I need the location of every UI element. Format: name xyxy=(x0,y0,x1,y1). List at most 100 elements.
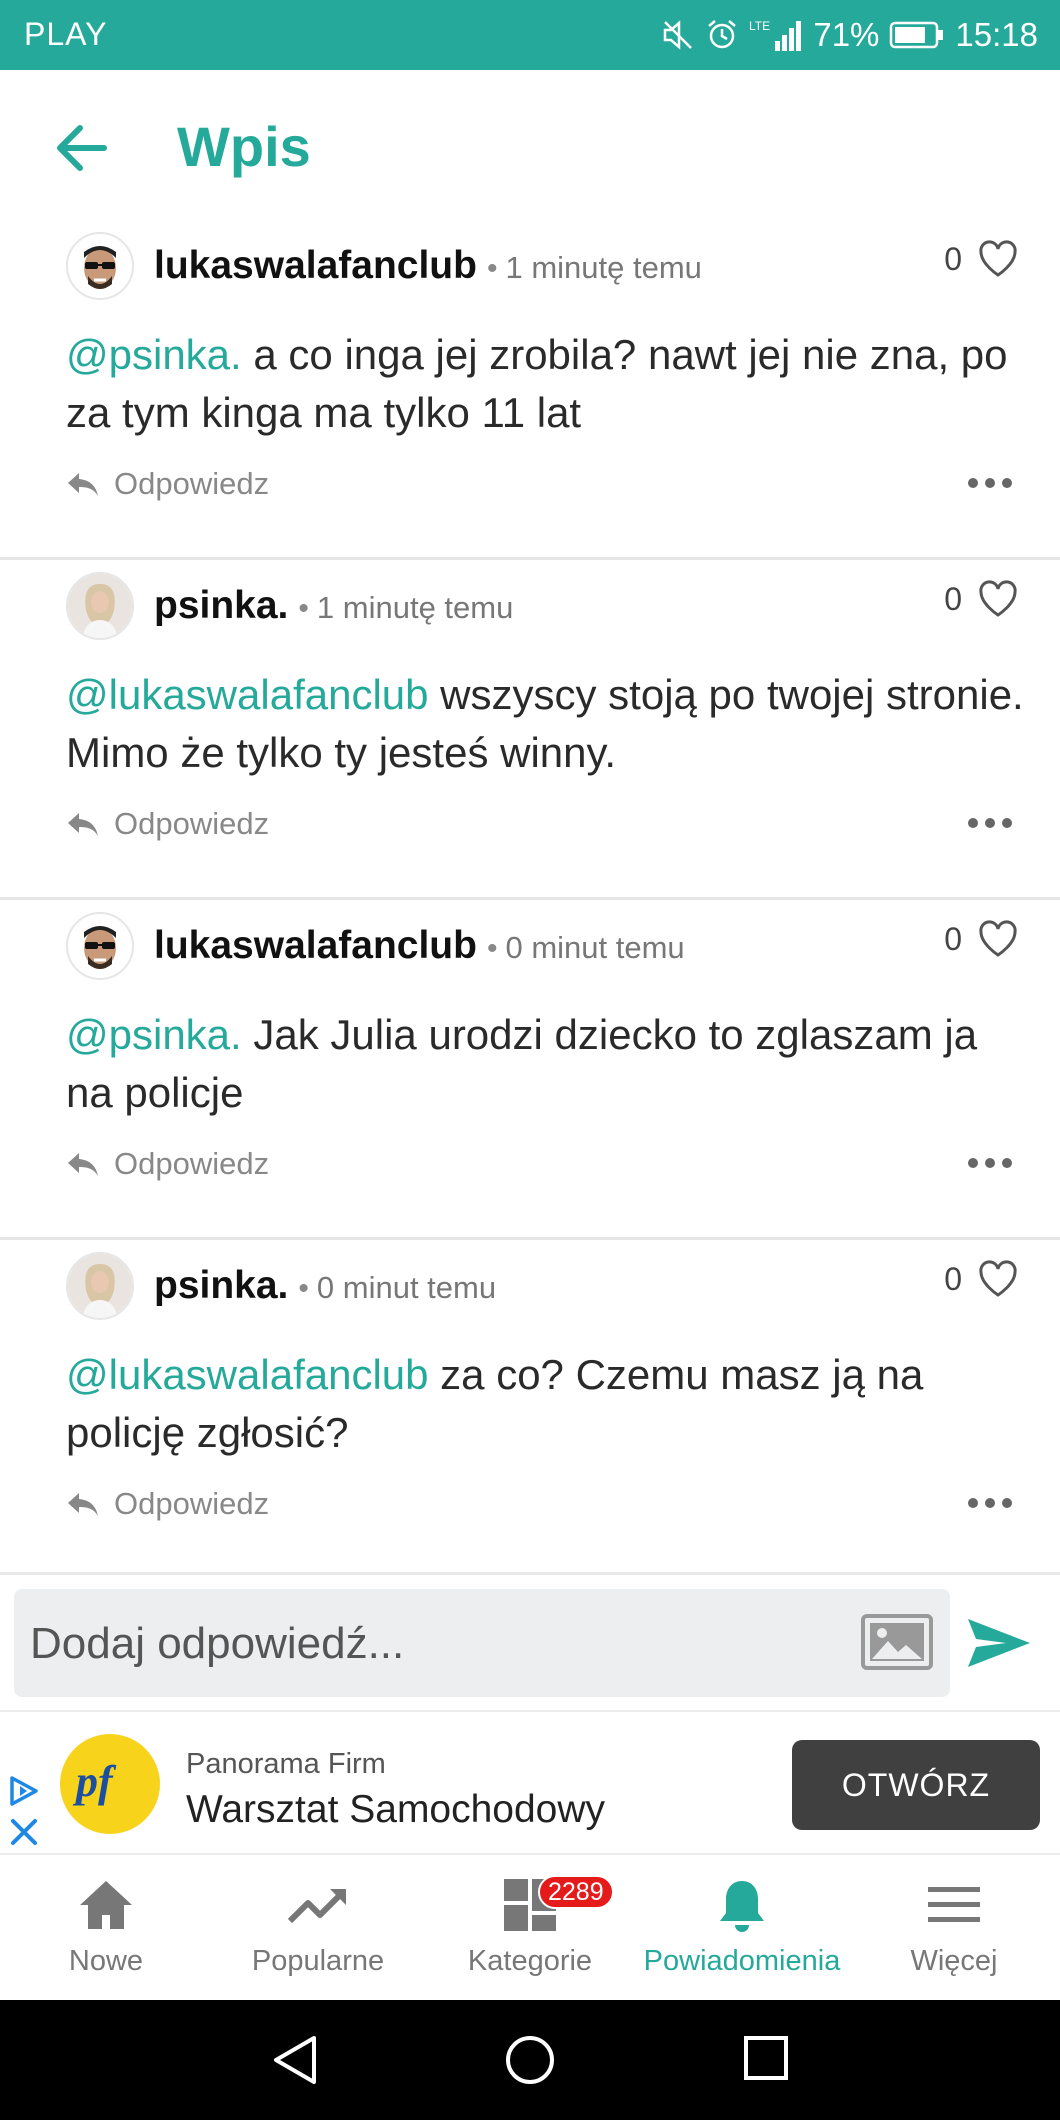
reply-button[interactable]: Odpowiedz xyxy=(66,1486,269,1522)
comment-meta: psinka. • 1 minutę temu xyxy=(154,584,513,630)
app-header: Wpis xyxy=(0,70,1060,220)
status-icons: LTE 71% 15:18 xyxy=(661,12,1038,58)
reply-icon xyxy=(68,1493,98,1516)
home-circle-icon[interactable] xyxy=(504,2034,556,2086)
username[interactable]: lukaswalafanclub xyxy=(154,244,477,288)
comment-item: lukaswalafanclub • 1 minutę temu 0 @psin… xyxy=(0,220,1060,560)
woman-photo-icon xyxy=(68,1254,132,1318)
heart-icon[interactable] xyxy=(978,580,1018,618)
logo-text: pf xyxy=(76,1757,113,1806)
adchoices-icon[interactable] xyxy=(6,1774,40,1808)
ad-open-button[interactable]: OTWÓRZ xyxy=(792,1740,1040,1830)
sunglasses-face-icon xyxy=(84,246,116,289)
attach-image-button[interactable] xyxy=(860,1613,934,1671)
comment-meta: psinka. • 0 minut temu xyxy=(154,1264,496,1310)
nav-item-wiecej[interactable]: Więcej xyxy=(848,1857,1060,2000)
timestamp: 1 minutę temu xyxy=(505,250,702,285)
like-group: 0 xyxy=(944,920,1018,958)
reply-button[interactable]: Odpowiedz xyxy=(66,806,269,842)
more-options-button[interactable] xyxy=(968,1156,1012,1170)
heart-icon[interactable] xyxy=(978,1260,1018,1298)
bottom-navigation: Nowe Popularne Kategorie Powiadomienia 2… xyxy=(0,1857,1060,2000)
reply-label: Odpowiedz xyxy=(114,806,270,841)
separator-dot: • xyxy=(298,1272,309,1305)
comment-item: lukaswalafanclub • 0 minut temu 0 @psink… xyxy=(0,900,1060,1240)
nav-item-powiadomienia[interactable]: Powiadomienia xyxy=(636,1857,848,2000)
reply-button[interactable]: Odpowiedz xyxy=(66,466,269,502)
reply-label: Odpowiedz xyxy=(114,1486,270,1521)
avatar-woman[interactable] xyxy=(66,572,134,640)
reply-icon xyxy=(68,813,98,836)
reply-input-placeholder: Dodaj odpowiedź... xyxy=(30,1619,405,1668)
like-count: 0 xyxy=(944,1260,962,1297)
avatar-sunglasses[interactable] xyxy=(66,912,134,980)
nav-label: Nowe xyxy=(68,1945,144,1977)
compose-bar: Dodaj odpowiedź... xyxy=(0,1572,1060,1702)
arrow-left-icon xyxy=(57,125,107,171)
bell-icon xyxy=(720,1881,764,1932)
mention-link[interactable]: @lukaswalafanclub xyxy=(66,671,429,718)
send-button[interactable] xyxy=(966,1615,1032,1671)
nav-label: Powiadomienia xyxy=(643,1945,841,1977)
more-options-button[interactable] xyxy=(968,816,1012,830)
nav-item-popularne[interactable]: Popularne xyxy=(212,1857,424,2000)
nav-item-nowe[interactable]: Nowe xyxy=(0,1857,212,2000)
heart-icon[interactable] xyxy=(978,240,1018,278)
heart-icon[interactable] xyxy=(978,920,1018,958)
timestamp: 1 minutę temu xyxy=(316,590,514,625)
clock: 15:18 xyxy=(955,16,1038,53)
close-icon[interactable] xyxy=(8,1816,40,1848)
mention-link[interactable]: @lukaswalafanclub xyxy=(66,1351,429,1398)
reply-icon xyxy=(68,1153,98,1176)
comment-meta: lukaswalafanclub • 0 minut temu xyxy=(154,924,685,970)
nav-label: Więcej xyxy=(910,1945,998,1977)
like-group: 0 xyxy=(944,580,1018,618)
username[interactable]: psinka. xyxy=(154,584,288,628)
comment-list: lukaswalafanclub • 1 minutę temu 0 @psin… xyxy=(0,220,1060,1580)
more-options-button[interactable] xyxy=(968,476,1012,490)
ad-headline: Warsztat Samochodowy xyxy=(186,1788,606,1831)
comment-item: psinka. • 0 minut temu 0 @lukaswalafancl… xyxy=(0,1240,1060,1580)
like-count: 0 xyxy=(944,920,962,957)
back-button[interactable] xyxy=(50,118,116,178)
timestamp: 0 minut temu xyxy=(505,930,685,965)
mention-link[interactable]: @psinka. xyxy=(66,331,242,378)
more-options-button[interactable] xyxy=(968,1496,1012,1510)
advertiser-logo: pf xyxy=(60,1734,160,1834)
back-triangle-icon[interactable] xyxy=(270,2034,320,2086)
username[interactable]: lukaswalafanclub xyxy=(154,924,477,968)
nav-label: Kategorie xyxy=(467,1945,593,1977)
mention-link[interactable]: @psinka. xyxy=(66,1011,242,1058)
avatar-sunglasses[interactable] xyxy=(66,232,134,300)
like-count: 0 xyxy=(944,240,962,277)
avatar-woman[interactable] xyxy=(66,1252,134,1320)
image-icon xyxy=(861,1614,933,1670)
like-group: 0 xyxy=(944,1260,1018,1298)
reply-button[interactable]: Odpowiedz xyxy=(66,1146,269,1182)
comment-text: @psinka. a co inga jej zrobila? nawt jej… xyxy=(66,326,1026,442)
comment-item: psinka. • 1 minutę temu 0 @lukaswalafanc… xyxy=(0,560,1060,900)
nav-label: Popularne xyxy=(251,1945,385,1977)
battery-icon xyxy=(890,21,944,49)
menu-icon xyxy=(928,1887,980,1922)
carrier-name: PLAY xyxy=(24,16,108,52)
separator-dot: • xyxy=(486,932,498,965)
recents-square-icon[interactable] xyxy=(742,2034,790,2082)
like-count: 0 xyxy=(944,580,962,617)
comment-text: @lukaswalafanclub wszyscy stoją po twoje… xyxy=(66,666,1026,782)
reply-label: Odpowiedz xyxy=(114,466,270,501)
page-title: Wpis xyxy=(177,115,311,178)
username[interactable]: psinka. xyxy=(154,1264,288,1308)
alarm-icon xyxy=(708,20,737,49)
reply-icon xyxy=(68,473,98,496)
reply-input[interactable]: Dodaj odpowiedź... xyxy=(14,1589,950,1697)
separator-dot: • xyxy=(486,252,498,285)
like-group: 0 xyxy=(944,240,1018,278)
mute-icon xyxy=(664,20,693,50)
status-bar: PLAY LTE 71% 15:18 xyxy=(0,0,1060,70)
comment-text: @lukaswalafanclub za co? Czemu masz ją n… xyxy=(66,1346,1026,1462)
ad-banner[interactable]: pf Panorama Firm Warsztat Samochodowy OT… xyxy=(0,1710,1060,1855)
comment-meta: lukaswalafanclub • 1 minutę temu xyxy=(154,244,702,290)
timestamp: 0 minut temu xyxy=(316,1270,497,1305)
signal-icon: LTE xyxy=(749,19,802,51)
